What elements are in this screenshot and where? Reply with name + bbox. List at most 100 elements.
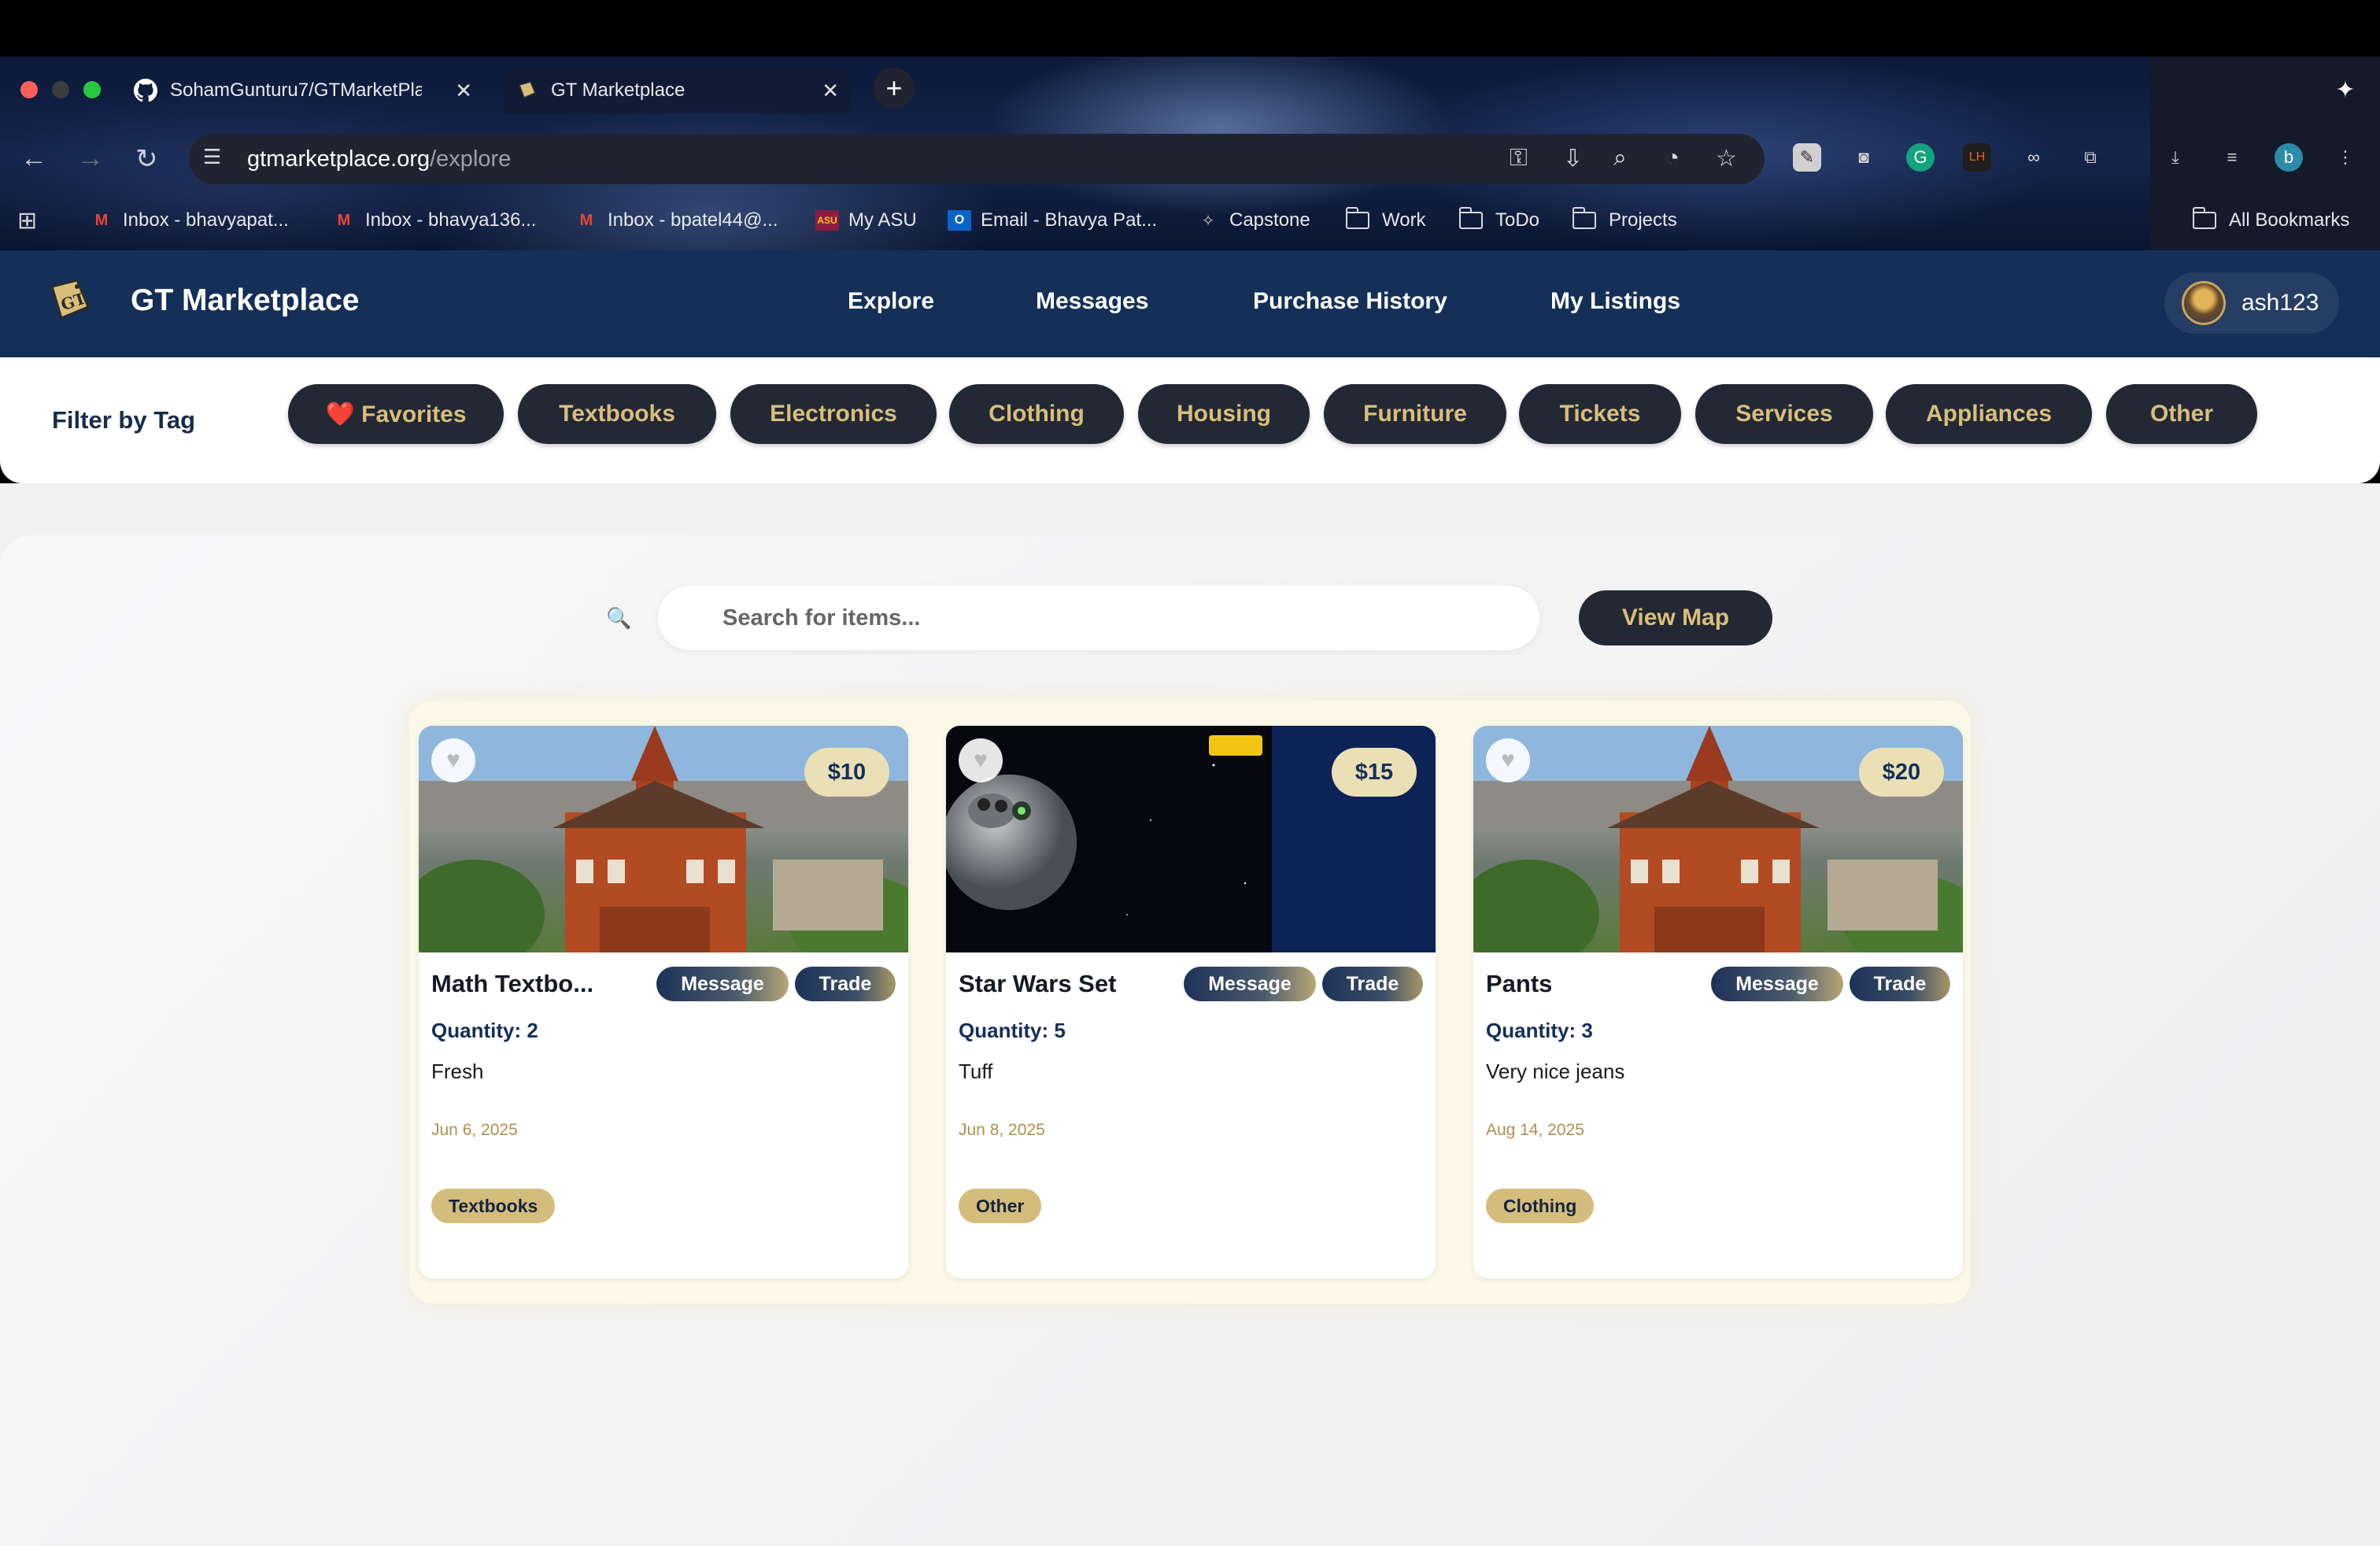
bookmark-label: Inbox - bhavya136... [365,209,537,231]
nav-purchase-history[interactable]: Purchase History [1253,288,1447,315]
message-button[interactable]: Message [1184,967,1316,1001]
tag-clothing[interactable]: Clothing [949,384,1124,444]
listing-date: Jun 6, 2025 [431,1121,518,1139]
reload-icon[interactable]: ↻ [135,143,158,175]
listing-description: Tuff [959,1060,993,1083]
gemini-sparkle-icon[interactable]: ✦ [2331,76,2360,104]
tag-textbooks[interactable]: Textbooks [518,384,716,444]
tag-housing[interactable]: Housing [1138,384,1310,444]
listing-card[interactable]: ♥ $15 Star Wars Set Message Trade Quanti… [946,726,1436,1278]
category-badge[interactable]: Clothing [1486,1189,1595,1223]
nav-messages[interactable]: Messages [1036,288,1148,315]
site-settings-icon[interactable]: ☰ [203,145,221,169]
bookmark-todo[interactable]: ToDo [1458,206,1539,235]
window-zoom-button[interactable] [83,81,101,98]
tag-favorites[interactable]: ❤️ Favorites [288,384,504,444]
all-bookmarks[interactable]: All Bookmarks [2192,206,2350,235]
tag-furniture[interactable]: Furniture [1324,384,1506,444]
brand-title[interactable]: GT Marketplace [131,283,359,318]
performance-icon[interactable]: ◔ [1665,145,1680,172]
window-minimize-button[interactable] [52,81,69,98]
category-badge[interactable]: Textbooks [431,1189,556,1223]
profile-avatar[interactable]: b [2275,143,2303,172]
camera-icon[interactable]: ◙ [1850,143,1878,172]
user-menu-button[interactable]: ash123 [2164,272,2339,334]
bookmark-email[interactable]: O Email - Bhavya Pat... [948,206,1157,235]
bookmark-capstone[interactable]: ✧ Capstone [1196,206,1310,235]
bookmark-my-asu[interactable]: ASU My ASU [815,206,917,235]
bookmark-projects[interactable]: Projects [1572,206,1677,235]
back-arrow-icon[interactable]: ← [20,143,47,174]
forward-arrow-icon[interactable]: → [77,143,104,174]
trade-button[interactable]: Trade [1850,967,1950,1001]
all-bookmarks-label: All Bookmarks [2229,209,2350,231]
extension-notes-icon[interactable]: ✎ [1793,143,1821,172]
tag-electronics[interactable]: Electronics [730,384,937,444]
address-bar[interactable]: gtmarketplace.org/explore [189,134,1765,184]
listing-card[interactable]: ♥ $10 Math Textbo... Message Trade Quant… [419,726,908,1278]
kebab-menu-icon[interactable]: ⋮ [2331,143,2360,172]
trade-button[interactable]: Trade [795,967,896,1001]
nav-my-listings[interactable]: My Listings [1550,288,1680,315]
tag-other[interactable]: Other [2106,384,2257,444]
extensions-puzzle-icon[interactable]: ⧉ [2076,143,2105,172]
favorite-heart-icon[interactable]: ♥ [959,738,1003,782]
favorite-heart-icon[interactable]: ♥ [431,738,475,782]
asu-icon: ASU [815,210,839,231]
listing-image-tech-tower: ♥ $10 [419,726,908,952]
lighthouse-icon[interactable]: LH [1963,143,1991,172]
listing-quantity: Quantity: 2 [431,1019,538,1042]
listing-title: Math Textbo... [431,970,594,997]
close-icon[interactable]: ✕ [455,79,472,103]
browser-tab-github[interactable]: SohamGunturu7/GTMarketPla ✕ [134,68,472,113]
folder-icon [1572,207,1596,229]
star-icon[interactable]: ☆ [1716,145,1737,172]
download-icon[interactable]: ⤓ [2161,143,2190,172]
reading-list-icon[interactable]: ≡ [2218,143,2246,172]
bookmark-inbox-3[interactable]: M Inbox - bpatel44@... [575,206,778,235]
nav-explore[interactable]: Explore [848,288,934,315]
install-app-icon[interactable]: ⇩ [1563,145,1583,172]
key-icon[interactable]: ⚿ [1510,145,1528,172]
url-path: /explore [430,146,512,172]
new-tab-button[interactable]: + [874,68,915,109]
listing-title: Star Wars Set [959,970,1117,997]
trade-button[interactable]: Trade [1322,967,1423,1001]
tag-appliances[interactable]: Appliances [1886,384,2092,444]
favorite-heart-icon[interactable]: ♥ [1486,738,1530,782]
bookmark-inbox-1[interactable]: M Inbox - bhavyapat... [90,206,289,235]
bookmark-label: Work [1382,209,1426,231]
listing-image-tech-tower: ♥ $20 [1473,726,1963,952]
search-input[interactable] [658,586,1539,650]
outlook-icon: O [948,210,971,231]
zoom-icon[interactable]: ⌕ [1613,145,1627,172]
view-map-button[interactable]: View Map [1579,590,1772,645]
username: ash123 [2241,290,2319,316]
browser-tab-gt-marketplace[interactable]: GT Marketplace ✕ [504,68,850,113]
gt-logo-icon[interactable]: GT [44,276,93,324]
bookmark-work[interactable]: Work [1345,206,1426,235]
tag-tickets[interactable]: Tickets [1519,384,1681,444]
avatar [2182,281,2226,325]
bookmark-inbox-2[interactable]: M Inbox - bhavya136... [332,206,537,235]
apps-grid-icon[interactable]: ⊞ [17,206,37,235]
search-icon: 🔍 [606,606,632,630]
gmail-icon: M [337,211,351,229]
gt-logo-icon [515,79,538,102]
window-close-button[interactable] [20,81,38,98]
url-host: gtmarketplace.org [247,146,431,172]
gmail-icon: M [94,211,109,229]
tab-label: GT Marketplace [551,80,686,101]
grammarly-icon[interactable]: G [1906,143,1935,172]
category-badge[interactable]: Other [959,1189,1042,1223]
listing-description: Very nice jeans [1486,1060,1625,1083]
listing-card[interactable]: ♥ $20 Pants Message Trade Quantity: 3 Ve… [1473,726,1963,1278]
folder-icon [1345,207,1369,229]
close-icon[interactable]: ✕ [822,79,839,103]
glasses-icon[interactable]: ∞ [2020,143,2048,172]
message-button[interactable]: Message [656,967,789,1001]
message-button[interactable]: Message [1711,967,1843,1001]
tag-services[interactable]: Services [1695,384,1873,444]
bookmark-label: Projects [1609,209,1677,231]
listing-quantity: Quantity: 5 [959,1019,1066,1042]
